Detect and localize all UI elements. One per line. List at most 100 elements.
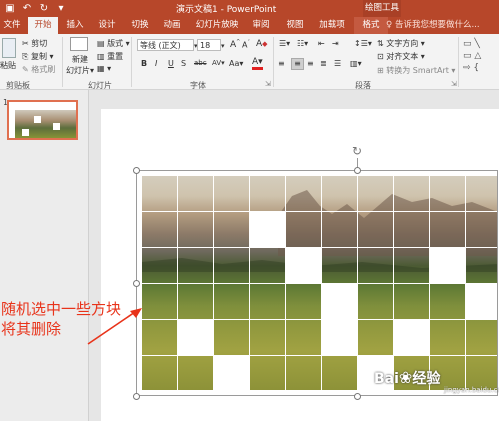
tab-transitions[interactable]: 切换 (127, 17, 153, 34)
format-painter-button[interactable]: ✎ 格式刷 (22, 64, 55, 75)
undo-icon[interactable]: ↶ (20, 2, 34, 16)
brush-icon: ✎ (22, 65, 29, 74)
customize-icon[interactable]: ▾ (54, 2, 68, 16)
underline-button[interactable]: U (168, 59, 174, 68)
smartart-icon: ⊞ (377, 66, 384, 75)
text-direction-icon: ⇅ (377, 39, 384, 48)
tab-view[interactable]: 视图 (282, 17, 308, 34)
ribbon-tab-row: 文件 开始 插入 设计 切换 动画 幻灯片放映 审阅 视图 加载项 格式 ♀ 告… (0, 17, 499, 34)
section-button[interactable]: ▦ ▾ (97, 64, 111, 73)
line-spacing-icon: ↕☰ (354, 39, 368, 48)
align-left-icon: ≡ (278, 59, 285, 68)
tab-format[interactable]: 格式 (354, 17, 388, 34)
columns-button[interactable]: ▥▾ (350, 59, 362, 68)
new-slide-label-2[interactable]: 幻灯片▾ (66, 65, 94, 76)
increase-indent-button[interactable]: ⇥ (332, 39, 339, 48)
line-spacing-button[interactable]: ↕☰▾ (354, 39, 372, 48)
context-tool-label: 绘图工具 (363, 0, 401, 17)
resize-handle-left[interactable] (133, 280, 140, 287)
paste-icon[interactable] (2, 38, 16, 58)
resize-handle-bottom[interactable] (354, 393, 361, 400)
indent-icon: ⇥ (332, 39, 339, 48)
window-title: 演示文稿1 - PowerPoint (176, 5, 277, 15)
bold-button[interactable]: B (141, 59, 147, 68)
tab-insert[interactable]: 插入 (62, 17, 88, 34)
font-dialog-launcher-icon[interactable]: ⇲ (265, 80, 271, 88)
section-icon: ▦ (97, 64, 105, 73)
bullets-button[interactable]: ☰▾ (279, 39, 290, 48)
new-slide-icon[interactable] (70, 37, 88, 51)
layout-button[interactable]: ▤ 版式 ▾ (97, 38, 130, 49)
font-color-button[interactable]: A▾ (252, 57, 263, 70)
powerpoint-window: ▣ ↶ ↻ ▾ 演示文稿1 - PowerPoint 绘图工具 文件 开始 插入… (0, 0, 499, 421)
scissors-icon: ✂ (22, 39, 29, 48)
shadow-button[interactable]: S (181, 59, 186, 68)
thumbnail-gap (22, 129, 29, 136)
align-text-button[interactable]: ⊡ 对齐文本 ▾ (377, 51, 425, 62)
tell-me-box[interactable]: ♀ 告诉我您想要做什么... (386, 17, 480, 34)
paragraph-dialog-launcher-icon[interactable]: ⇲ (451, 80, 457, 88)
change-case-button[interactable]: Aa▾ (229, 59, 243, 68)
tab-home[interactable]: 开始 (28, 17, 58, 34)
rectangle-shape-icon[interactable]: ▭ (463, 51, 472, 61)
convert-smartart-button[interactable]: ⊞ 转换为 SmartArt ▾ (377, 65, 455, 76)
align-right-button[interactable]: ≡ (307, 59, 314, 68)
selection-frame[interactable] (136, 170, 498, 396)
strikethrough-button[interactable]: abc (194, 59, 207, 67)
lightbulb-icon: ♀ (386, 20, 395, 30)
annotation-arrow-icon (87, 308, 142, 345)
numbering-icon: ☷ (297, 39, 305, 48)
cut-button[interactable]: ✂ 剪切 (22, 38, 47, 49)
decrease-indent-button[interactable]: ⇤ (318, 39, 325, 48)
align-text-icon: ⊡ (377, 52, 384, 61)
thumbnail-gap (53, 123, 60, 130)
resize-handle-top[interactable] (354, 167, 361, 174)
thumbnail-gap (34, 116, 41, 123)
copy-button[interactable]: ⎘ 复制 ▾ (22, 51, 54, 62)
italic-button[interactable]: I (155, 59, 157, 68)
line-shape-icon[interactable]: ╲ (474, 39, 479, 49)
align-center-button[interactable]: ≡ (291, 58, 304, 70)
group-divider (131, 37, 132, 87)
ribbon: 粘贴 ✂ 剪切 ⎘ 复制 ▾ ✎ 格式刷 剪贴板 新建 幻灯片▾ ▤ 版式 ▾ … (0, 34, 499, 90)
tab-animations[interactable]: 动画 (159, 17, 185, 34)
align-center-icon: ≡ (294, 59, 301, 68)
new-slide-label-1[interactable]: 新建 (72, 54, 88, 65)
columns-icon: ▥ (350, 59, 358, 68)
font-size-select[interactable]: 18 ▾ (197, 39, 225, 51)
distribute-button[interactable]: ☰ (334, 59, 341, 68)
reset-icon: ▥ (97, 52, 105, 61)
numbering-button[interactable]: ☷▾ (297, 39, 308, 48)
char-spacing-button[interactable]: AV▾ (212, 59, 225, 67)
textbox-shape-icon[interactable]: ▭ (463, 39, 472, 49)
group-divider (62, 37, 63, 87)
align-left-button[interactable]: ≡ (278, 59, 285, 68)
tab-addins[interactable]: 加载项 (314, 17, 350, 34)
reset-button[interactable]: ▥ 重置 (97, 51, 123, 62)
grow-font-button[interactable]: A^ (230, 39, 240, 50)
justify-button[interactable]: ≣ (320, 59, 327, 68)
resize-handle-top-left[interactable] (133, 167, 140, 174)
tab-review[interactable]: 审阅 (248, 17, 274, 34)
save-icon[interactable]: ▣ (3, 2, 17, 16)
justify-icon: ≣ (320, 59, 327, 68)
text-direction-button[interactable]: ⇅ 文字方向 ▾ (377, 38, 425, 49)
arrow-shape-icon[interactable]: ⇨ (463, 63, 471, 73)
quick-access-toolbar: ▣ ↶ ↻ ▾ (0, 0, 68, 17)
tab-design[interactable]: 设计 (94, 17, 120, 34)
tab-slideshow[interactable]: 幻灯片放映 (193, 17, 241, 34)
tab-file[interactable]: 文件 (0, 17, 24, 34)
slide-thumbnail[interactable] (7, 100, 78, 140)
triangle-shape-icon[interactable]: △ (474, 51, 481, 61)
font-family-select[interactable]: 等线 (正文) ▾ (137, 39, 198, 51)
rotate-handle-icon[interactable]: ↻ (350, 144, 364, 158)
redo-icon[interactable]: ↻ (37, 2, 51, 16)
shrink-font-button[interactable]: Aˇ (242, 40, 250, 50)
brace-shape-icon[interactable]: { (473, 63, 479, 73)
paste-button[interactable]: 粘贴 (0, 60, 16, 71)
shapes-gallery[interactable]: ▭ ╲ ▭ △ ⇨ { (463, 38, 481, 74)
copy-icon: ⎘ (22, 52, 29, 61)
slide-thumbnail-pane: 1 (0, 90, 89, 421)
clear-format-button[interactable]: A◆ (256, 39, 268, 49)
resize-handle-bottom-left[interactable] (133, 393, 140, 400)
